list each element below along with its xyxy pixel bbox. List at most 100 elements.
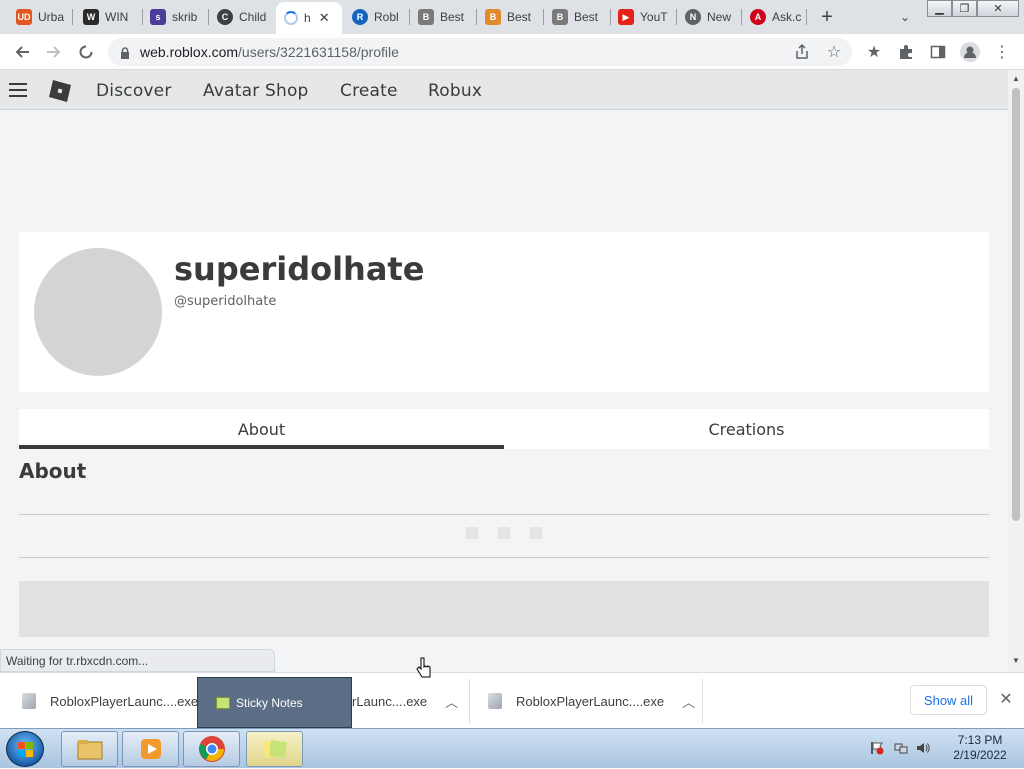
download-item[interactable]: rLaunc....exe ︿ (352, 673, 458, 729)
rainbow-icon: B (485, 9, 501, 25)
close-tab-icon[interactable]: ✕ (319, 10, 330, 26)
download-item[interactable]: RobloxPlayerLaunc....exe (22, 673, 198, 729)
forward-arrow-icon[interactable] (42, 40, 66, 64)
browser-tab[interactable]: W WIN (75, 3, 141, 31)
scrollbar-thumb[interactable] (1012, 88, 1020, 521)
nav-robux[interactable]: Robux (428, 81, 482, 101)
tab-search-chevron-icon[interactable]: ⌄ (896, 8, 914, 26)
loading-dot (530, 527, 542, 539)
status-bubble: Waiting for tr.rbxcdn.com... (0, 649, 275, 672)
browser-tab[interactable]: B Best (544, 3, 610, 31)
taskbar-explorer[interactable] (61, 731, 118, 767)
browser-tab[interactable]: R Robl (344, 3, 408, 31)
browser-tab[interactable]: B Best (410, 3, 476, 31)
network-icon[interactable] (894, 741, 908, 755)
browser-tab-active[interactable]: h ✕ (276, 2, 342, 34)
bookmarks-star-filled-icon[interactable]: ★ (862, 40, 886, 64)
chrome-icon: N (685, 9, 701, 25)
show-all-downloads-button[interactable]: Show all (910, 685, 987, 715)
clock[interactable]: 7:13 PM 2/19/2022 (940, 733, 1020, 763)
page-icon: C (217, 9, 233, 25)
tooltip-label: Sticky Notes (236, 695, 303, 710)
bookmark-star-icon[interactable]: ☆ (822, 40, 846, 64)
profile-username: @superidolhate (174, 294, 277, 309)
divider (702, 679, 703, 723)
browser-toolbar: web.roblox.com/users/3221631158/profile … (0, 34, 1024, 70)
folder-icon (77, 740, 102, 760)
url-path: /users/3221631158/profile (238, 44, 399, 60)
side-panel-icon[interactable] (926, 40, 950, 64)
address-bar[interactable]: web.roblox.com/users/3221631158/profile (108, 38, 852, 66)
stop-loading-icon[interactable] (74, 40, 98, 64)
tab-creations[interactable]: Creations (504, 409, 989, 449)
download-item[interactable]: RobloxPlayerLaunc....exe ︿ (488, 673, 695, 729)
tab-title: Child (239, 10, 267, 24)
loading-dot (466, 527, 478, 539)
chevron-up-icon[interactable]: ︿ (682, 692, 695, 711)
download-filename: RobloxPlayerLaunc....exe (50, 693, 199, 709)
tab-title: Best (574, 10, 599, 24)
page-scrollbar[interactable]: ▲ ▼ (1008, 70, 1024, 672)
new-tab-icon[interactable]: + (816, 6, 838, 28)
content-placeholder (19, 581, 989, 637)
back-arrow-icon[interactable] (10, 40, 34, 64)
divider (19, 514, 989, 515)
system-tray: 7:13 PM 2/19/2022 (862, 729, 1024, 769)
hamburger-menu-icon[interactable] (9, 82, 29, 98)
lock-icon[interactable] (120, 46, 130, 59)
scroll-down-icon[interactable]: ▼ (1012, 656, 1020, 665)
taskbar-sticky-notes[interactable] (246, 731, 303, 767)
clock-time: 7:13 PM (957, 733, 1003, 747)
browser-tab[interactable]: s skrib (142, 3, 208, 31)
tab-title: skrib (172, 10, 198, 24)
volume-icon[interactable] (916, 741, 930, 755)
share-icon[interactable] (790, 40, 814, 64)
taskbar-media-player[interactable] (122, 731, 179, 767)
roblox-logo-icon[interactable] (48, 79, 72, 103)
divider (469, 679, 470, 723)
browser-tab[interactable]: B Best (477, 3, 543, 31)
url-host: web.roblox.com (140, 44, 239, 60)
download-filename: rLaunc....exe (352, 693, 428, 709)
profile-tabs: About Creations (19, 409, 989, 449)
youtube-icon: ▶ (618, 9, 634, 25)
browser-menu-icon[interactable]: ⋮ (990, 40, 1014, 64)
film-icon: W (83, 9, 99, 25)
tab-title: Robl (374, 10, 399, 24)
chrome-icon (198, 736, 225, 762)
tab-about[interactable]: About (19, 409, 504, 449)
nav-avatar-shop[interactable]: Avatar Shop (203, 81, 309, 101)
download-shelf: RobloxPlayerLaunc....exe rLaunc....exe ︿… (0, 672, 1024, 728)
active-tab-indicator (19, 445, 504, 449)
scroll-up-icon[interactable]: ▲ (1012, 74, 1020, 83)
extensions-puzzle-icon[interactable] (894, 40, 918, 64)
roblox-navbar: Discover Avatar Shop Create Robux (0, 70, 1008, 110)
avatar[interactable] (34, 248, 162, 376)
tab-title: h (304, 11, 311, 25)
document-icon: B (418, 9, 434, 25)
minimize-window-icon[interactable]: ▁ (927, 0, 952, 17)
skribbl-icon: s (150, 9, 166, 25)
media-player-icon (140, 739, 161, 759)
sticky-notes-icon (262, 739, 287, 759)
browser-tab[interactable]: A Ask.c (742, 3, 804, 31)
browser-tab[interactable]: UD Urba (8, 3, 70, 31)
close-shelf-icon[interactable]: ✕ (996, 689, 1016, 709)
sticky-notes-icon (216, 696, 230, 709)
close-window-icon[interactable]: ✕ (977, 0, 1019, 17)
start-button[interactable] (6, 731, 44, 767)
profile-avatar-icon[interactable] (958, 40, 982, 64)
browser-tab[interactable]: ▶ YouT (610, 3, 676, 31)
browser-tab[interactable]: C Child (209, 3, 275, 31)
profile-display-name: superidolhate (174, 250, 425, 288)
chevron-up-icon[interactable]: ︿ (445, 692, 458, 711)
clock-date: 2/19/2022 (953, 748, 1007, 762)
nav-create[interactable]: Create (340, 81, 398, 101)
windows-logo-icon (18, 742, 33, 757)
action-center-flag-icon[interactable] (870, 741, 884, 755)
restore-window-icon[interactable]: ❐ (952, 0, 977, 17)
nav-discover[interactable]: Discover (96, 81, 172, 101)
browser-tab[interactable]: N New (677, 3, 741, 31)
taskbar-chrome[interactable] (183, 731, 240, 767)
file-icon (22, 693, 36, 709)
